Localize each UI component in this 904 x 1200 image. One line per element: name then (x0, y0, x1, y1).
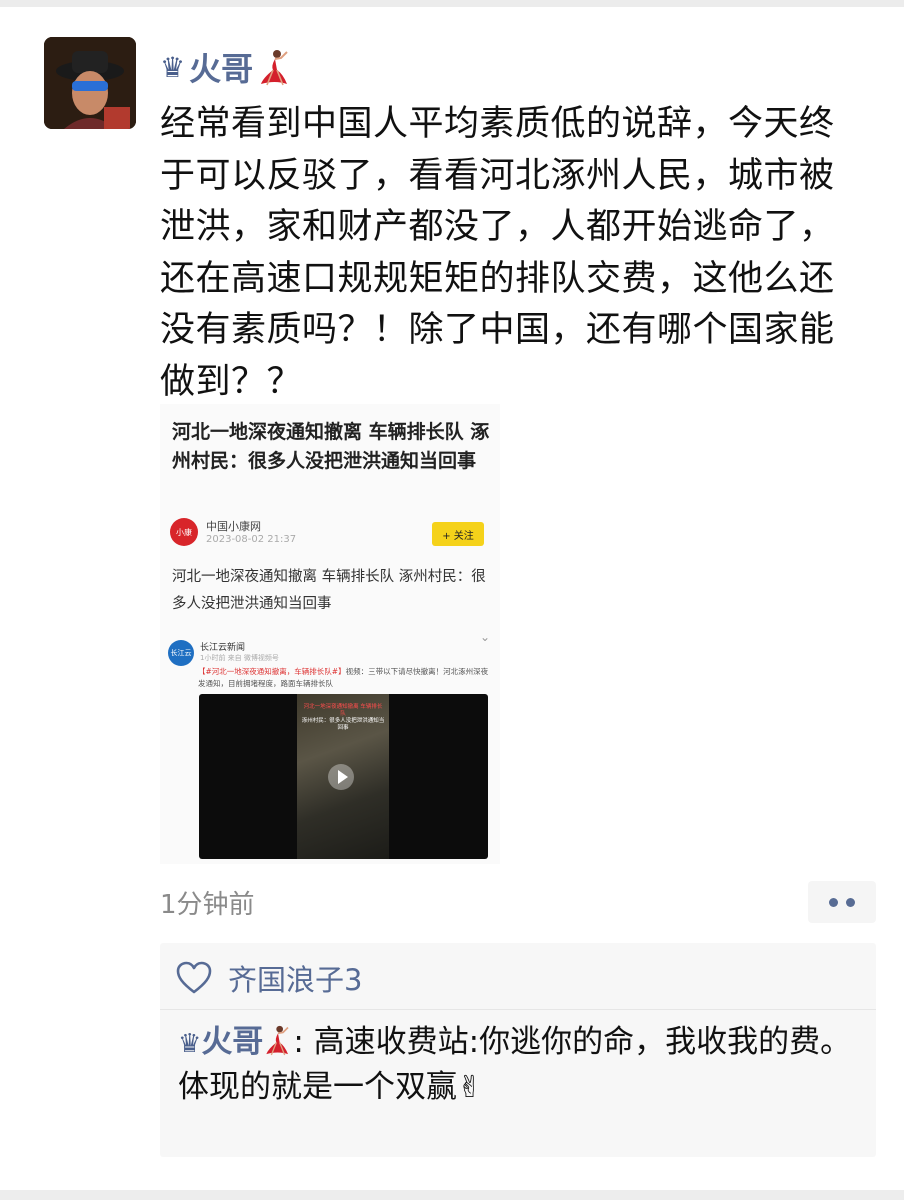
embedded-post-text: 【#河北一地深夜通知撤离，车辆排长队#】视频：三带以下请尽快撤离！河北涿州深夜发… (198, 666, 492, 690)
more-dots-icon (846, 897, 855, 907)
avatar-image (44, 37, 136, 129)
source-time: 2023-08-02 21:37 (206, 534, 297, 545)
dancer-icon (261, 50, 288, 86)
more-dots-icon (829, 897, 838, 907)
shared-article-screenshot[interactable]: 河北一地深夜通知撤离 车辆排长队 涿州村民：很多人没把泄洪通知当回事 小康 中国… (160, 404, 500, 864)
video-thumbnail: 河北一地深夜通知撤离 车辆排长队 涿州村民：很多人没把泄洪通知当回事 (199, 694, 488, 859)
comment-author[interactable]: 火哥 (201, 1024, 263, 1060)
source-logo: 小康 (170, 518, 198, 546)
post-text: 经常看到中国人平均素质低的说辞，今天终于可以反驳了，看看河北涿州人民，城市被泄洪… (160, 104, 835, 402)
video-frame: 河北一地深夜通知撤离 车辆排长队 涿州村民：很多人没把泄洪通知当回事 (297, 694, 389, 859)
comment-separator: : (293, 1024, 314, 1060)
embedded-source-meta: 1小时前 来自 微博视频号 (200, 654, 279, 662)
dancer-icon (266, 1025, 289, 1056)
post-author-name[interactable]: 火哥 (189, 44, 253, 90)
embedded-source-name: 长江云新闻 (200, 643, 246, 653)
post-timestamp: 1分钟前 (160, 890, 255, 920)
post-author[interactable]: ♛ 火哥 (160, 44, 293, 90)
top-divider (0, 0, 904, 7)
comment-text-line1: 高速收费站:你逃你的命，我收我的费。 (313, 1024, 852, 1060)
embedded-hashtag: 【#河北一地深夜通知撤离，车辆排长队#】 (198, 667, 346, 676)
more-dots-button[interactable] (808, 881, 876, 923)
comment-text-line2: 体现的就是一个双赢 (178, 1069, 457, 1105)
source-name: 中国小康网 (206, 520, 261, 533)
comment-item[interactable]: ♛火哥 : 高速收费站:你逃你的命，我收我的费。 体现的就是一个双赢✌ (178, 1021, 868, 1109)
comment-section: 齐国浪子3 ♛火哥 : 高速收费站:你逃你的命，我收我的费。 体现的就是一个双赢… (160, 943, 876, 1157)
liker-name[interactable]: 齐国浪子3 (228, 957, 362, 999)
crown-icon: ♛ (178, 1029, 202, 1059)
article-title: 河北一地深夜通知撤离 车辆排长队 涿州村民：很多人没把泄洪通知当回事 (172, 421, 490, 472)
comment-divider (160, 1009, 876, 1010)
chevron-down-icon: ⌄ (480, 630, 491, 644)
follow-button: + 关注 (432, 522, 484, 546)
play-icon (328, 764, 354, 790)
video-caption-bottom: 涿州村民：很多人没把泄洪通知当回事 (301, 718, 385, 731)
crown-icon: ♛ (160, 50, 186, 84)
video-caption-top: 河北一地深夜通知撤离 车辆排长队 (303, 704, 383, 717)
victory-hand-icon: ✌ (457, 1070, 483, 1105)
likes-row: 齐国浪子3 (176, 955, 362, 1001)
avatar[interactable] (44, 37, 136, 129)
heart-icon (176, 961, 212, 994)
embedded-source-logo: 长江云 (168, 640, 194, 666)
article-subtitle: 河北一地深夜通知撤离 车辆排长队 涿州村民：很多人没把泄洪通知当回事 (172, 569, 486, 612)
bottom-divider (0, 1190, 904, 1200)
